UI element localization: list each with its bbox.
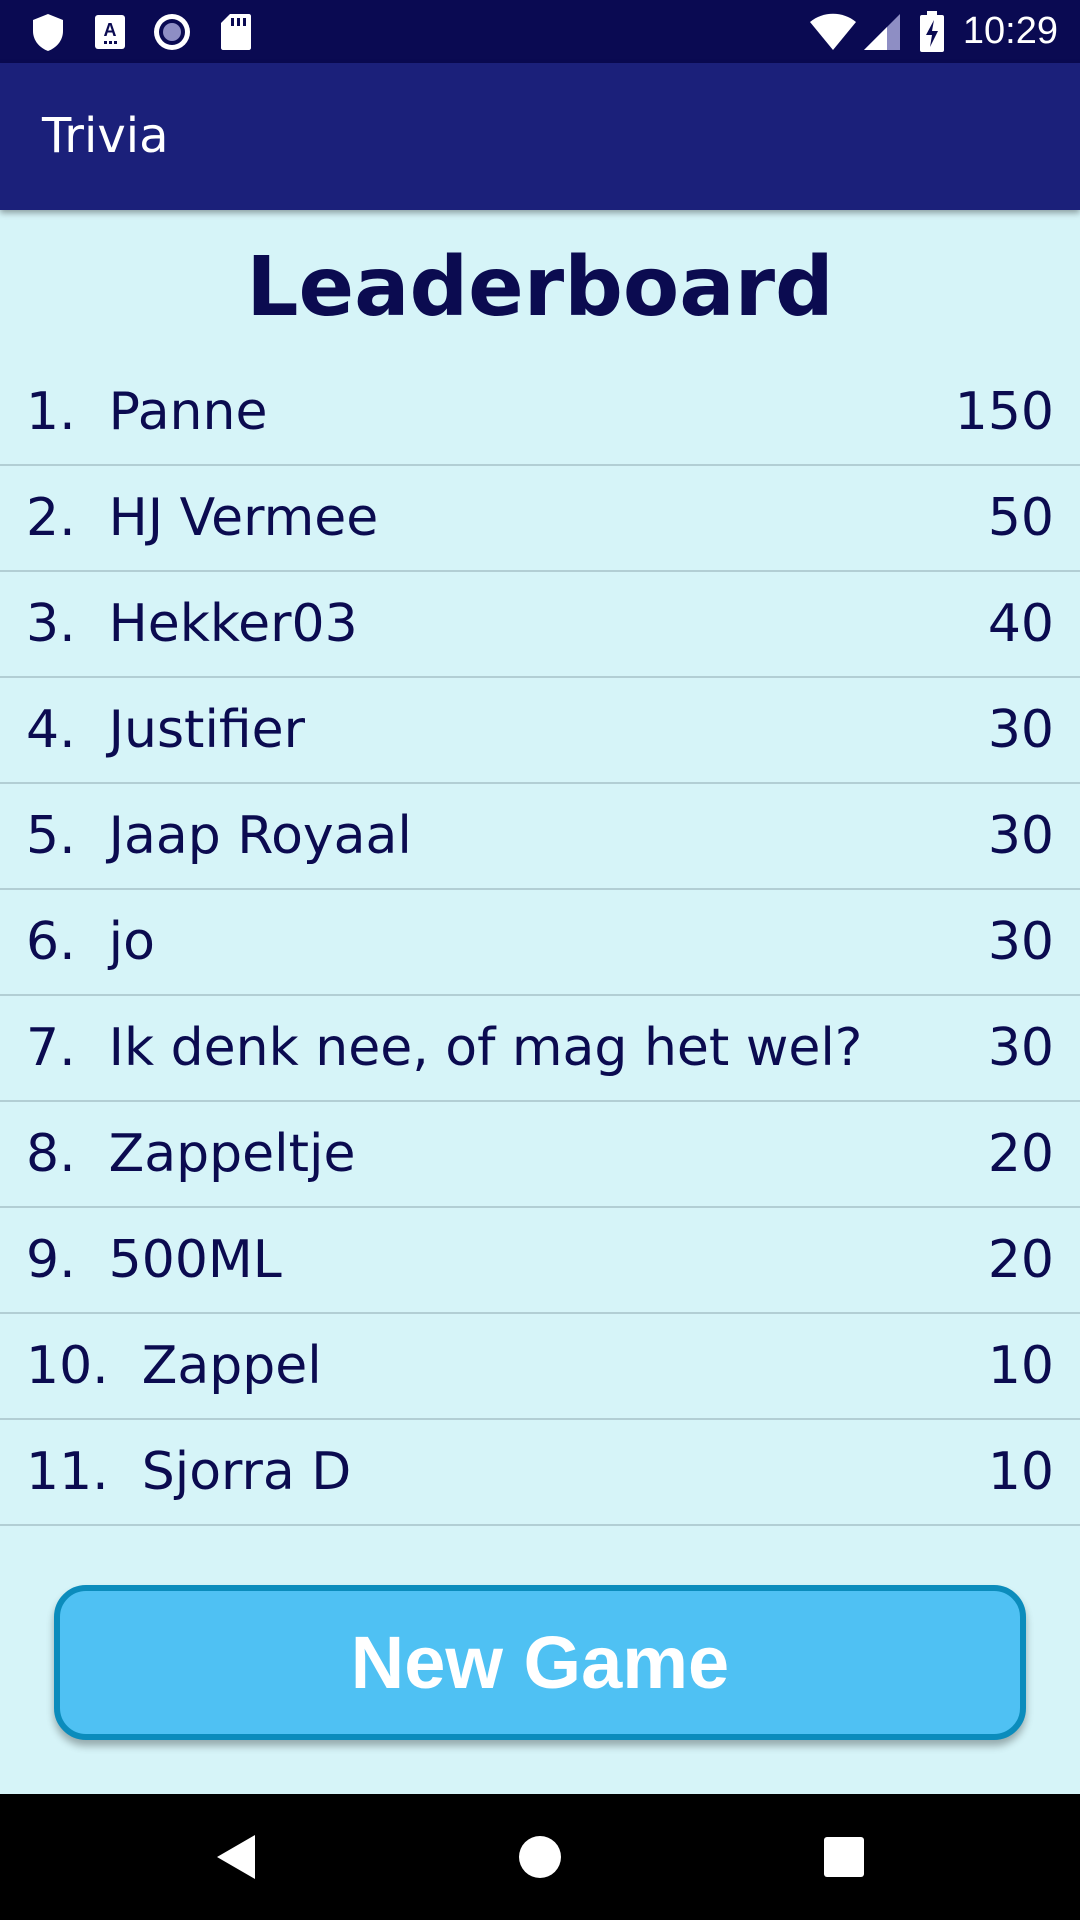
leaderboard-row: 5. Jaap Royaal 30 — [0, 784, 1080, 890]
player-name: Ik denk nee, of mag het wel? — [108, 1018, 863, 1078]
player-name: jo — [108, 912, 155, 972]
player-name: Zappel — [141, 1336, 322, 1396]
keyboard-a-icon: A — [92, 0, 128, 63]
rank-number: 7. — [26, 1018, 109, 1078]
player-name: Hekker03 — [108, 594, 358, 654]
rank-number: 2. — [26, 488, 109, 548]
player-score: 30 — [987, 912, 1054, 972]
player-name: 500ML — [108, 1230, 282, 1290]
page-title: Leaderboard — [246, 240, 834, 335]
rank-number: 4. — [26, 700, 109, 760]
player-name: Sjorra D — [141, 1442, 352, 1502]
player-score: 10 — [987, 1442, 1054, 1502]
player-score: 30 — [987, 1018, 1054, 1078]
player-name: Panne — [108, 382, 268, 442]
rank-number: 1. — [26, 382, 109, 442]
player-score: 30 — [987, 700, 1054, 760]
rank-number: 3. — [26, 594, 109, 654]
leaderboard-list[interactable]: 1. Panne 150 2. HJ Vermee 50 3. Hekker03… — [0, 360, 1080, 1526]
app-title: Trivia — [42, 108, 169, 164]
status-bar: A 10:29 — [0, 0, 1080, 63]
leaderboard-row: 3. Hekker03 40 — [0, 572, 1080, 678]
player-score: 20 — [987, 1124, 1054, 1184]
new-game-button[interactable]: New Game — [54, 1585, 1026, 1740]
player-score: 150 — [954, 382, 1054, 442]
battery-charging-icon — [918, 0, 946, 63]
player-score: 10 — [987, 1336, 1054, 1396]
leaderboard-row: 9. 500ML 20 — [0, 1208, 1080, 1314]
leaderboard-row: 7. Ik denk nee, of mag het wel? 30 — [0, 996, 1080, 1102]
leaderboard-row: 6. jo 30 — [0, 890, 1080, 996]
rank-number: 11. — [26, 1442, 142, 1502]
leaderboard-row: 10. Zappel 10 — [0, 1314, 1080, 1420]
leaderboard-row: 11. Sjorra D 10 — [0, 1420, 1080, 1526]
leaderboard-row: 8. Zappeltje 20 — [0, 1102, 1080, 1208]
sd-card-icon — [218, 0, 254, 63]
rank-number: 5. — [26, 806, 109, 866]
recents-icon[interactable] — [789, 1794, 899, 1920]
rank-number: 8. — [26, 1124, 109, 1184]
record-icon — [150, 0, 194, 63]
rank-number: 9. — [26, 1230, 109, 1290]
leaderboard-row: 2. HJ Vermee 50 — [0, 466, 1080, 572]
player-name: Jaap Royaal — [108, 806, 412, 866]
player-score: 50 — [987, 488, 1054, 548]
back-icon[interactable] — [181, 1794, 291, 1920]
wifi-icon — [808, 0, 858, 63]
svg-text:A: A — [104, 20, 117, 40]
player-name: Zappeltje — [108, 1124, 356, 1184]
leaderboard-row: 1. Panne 150 — [0, 360, 1080, 466]
app-bar: Trivia — [0, 63, 1080, 210]
shield-icon — [28, 0, 68, 63]
cell-signal-icon — [862, 0, 902, 63]
navigation-bar — [0, 1794, 1080, 1920]
rank-number: 10. — [26, 1336, 142, 1396]
home-icon[interactable] — [485, 1794, 595, 1920]
rank-number: 6. — [26, 912, 109, 972]
player-score: 40 — [987, 594, 1054, 654]
status-time: 10:29 — [962, 10, 1058, 52]
player-score: 30 — [987, 806, 1054, 866]
player-name: HJ Vermee — [108, 488, 379, 548]
leaderboard-screen: Leaderboard 1. Panne 150 2. HJ Vermee 50… — [0, 210, 1080, 1794]
player-score: 20 — [987, 1230, 1054, 1290]
leaderboard-row: 4. Justifier 30 — [0, 678, 1080, 784]
player-name: Justifier — [108, 700, 306, 760]
